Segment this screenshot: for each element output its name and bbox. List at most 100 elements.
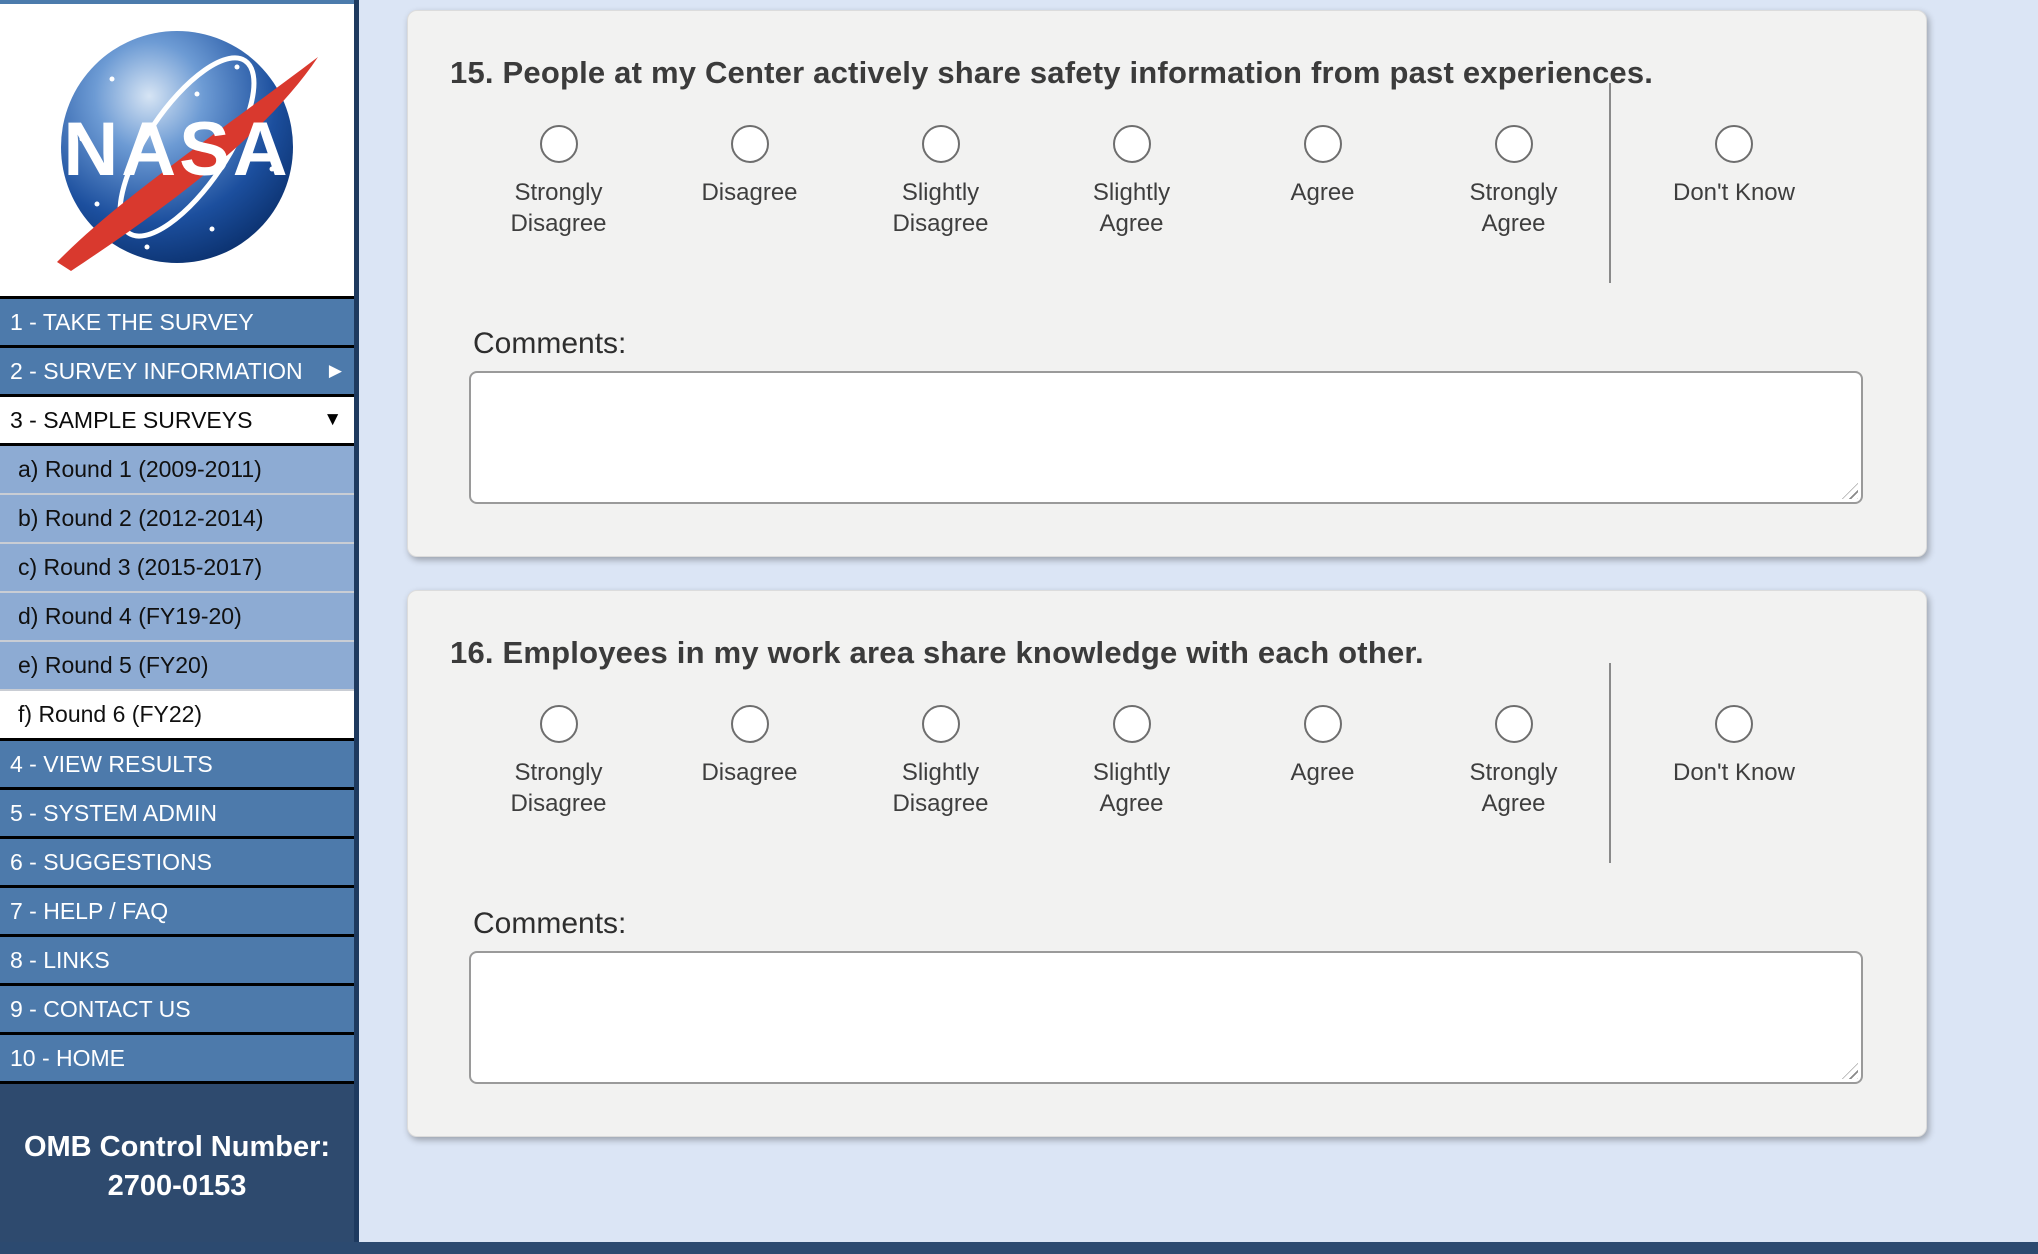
comments-label: Comments: (473, 907, 1926, 941)
bottom-bar (0, 1242, 2038, 1254)
likert-option: Disagree (654, 705, 845, 788)
likert-option: Don't Know (1611, 125, 1857, 208)
radio-button[interactable] (540, 705, 578, 743)
likert-option: Don't Know (1611, 705, 1857, 788)
sidebar-item-label: 9 - CONTACT US (10, 996, 191, 1023)
sidebar-item-label: 5 - SYSTEM ADMIN (10, 800, 217, 827)
sidebar-item-label: f) Round 6 (FY22) (18, 701, 202, 728)
likert-option: Strongly Agree (1418, 705, 1609, 819)
option-label: Don't Know (1673, 757, 1795, 788)
likert-option: Agree (1227, 705, 1418, 788)
option-label: Disagree (701, 757, 797, 788)
omb-line2: 2700-0153 (0, 1167, 354, 1206)
sidebar-item[interactable]: e) Round 5 (FY20) (0, 642, 354, 691)
radio-button[interactable] (731, 125, 769, 163)
sidebar-item[interactable]: 7 - HELP / FAQ (0, 888, 354, 937)
sidebar-item-label: e) Round 5 (FY20) (18, 652, 208, 679)
option-label: Strongly Agree (1444, 177, 1584, 239)
sidebar: NASA 1 - TAKE THE SURVEY 2 - SURVEY INFOR… (0, 0, 359, 1254)
sidebar-item-label: 1 - TAKE THE SURVEY (10, 309, 254, 336)
radio-button[interactable] (731, 705, 769, 743)
likert-option: Slightly Disagree (845, 705, 1036, 819)
sidebar-item-label: 4 - VIEW RESULTS (10, 751, 213, 778)
radio-button[interactable] (922, 125, 960, 163)
sidebar-item[interactable]: 10 - HOME (0, 1035, 354, 1084)
likert-option: Agree (1227, 125, 1418, 208)
comments-label: Comments: (473, 327, 1926, 361)
comments-textarea[interactable] (469, 951, 1863, 1084)
option-label: Slightly Disagree (871, 177, 1011, 239)
likert-option: Strongly Agree (1418, 125, 1609, 239)
sidebar-item[interactable]: 3 - SAMPLE SURVEYS ▼ (0, 397, 354, 446)
question-title: 15. People at my Center actively share s… (408, 11, 1926, 91)
likert-row: Strongly Disagree Disagree Slightly Disagr… (463, 705, 1926, 863)
likert-row: Strongly Disagree Disagree Slightly Disagr… (463, 125, 1926, 283)
omb-line1: OMB Control Number: (0, 1128, 354, 1167)
sidebar-item-label: c) Round 3 (2015-2017) (18, 554, 262, 581)
comments-field-wrap (469, 951, 1863, 1084)
sidebar-item-label: 10 - HOME (10, 1045, 125, 1072)
radio-button[interactable] (1304, 125, 1342, 163)
chevron-down-icon: ▼ (323, 409, 342, 431)
main-content: 15. People at my Center actively share s… (359, 0, 2038, 1254)
nasa-meatball-icon: NASA (27, 19, 327, 281)
radio-button[interactable] (1495, 125, 1533, 163)
sidebar-item[interactable]: 5 - SYSTEM ADMIN (0, 790, 354, 839)
radio-button[interactable] (1304, 705, 1342, 743)
sidebar-item[interactable]: d) Round 4 (FY19-20) (0, 593, 354, 642)
sidebar-item-label: a) Round 1 (2009-2011) (18, 456, 262, 483)
radio-button[interactable] (1495, 705, 1533, 743)
sidebar-item[interactable]: 6 - SUGGESTIONS (0, 839, 354, 888)
radio-button[interactable] (1113, 125, 1151, 163)
option-label: Strongly Agree (1444, 757, 1584, 819)
option-label: Slightly Agree (1062, 177, 1202, 239)
comments-field-wrap (469, 371, 1863, 504)
likert-option: Slightly Disagree (845, 125, 1036, 239)
sidebar-item[interactable]: 4 - VIEW RESULTS (0, 741, 354, 790)
option-label: Agree (1290, 757, 1354, 788)
sidebar-item[interactable]: 9 - CONTACT US (0, 986, 354, 1035)
sidebar-item[interactable]: 8 - LINKS (0, 937, 354, 986)
option-label: Disagree (701, 177, 797, 208)
radio-button[interactable] (1715, 705, 1753, 743)
omb-control-number: OMB Control Number: 2700-0153 (0, 1128, 354, 1206)
chevron-right-icon: ▶ (329, 361, 342, 381)
sidebar-item-label: 6 - SUGGESTIONS (10, 849, 212, 876)
sidebar-item-label: d) Round 4 (FY19-20) (18, 603, 242, 630)
nasa-logo-text: NASA (63, 107, 290, 192)
option-label: Agree (1290, 177, 1354, 208)
nasa-logo[interactable]: NASA (0, 0, 354, 296)
likert-option: Disagree (654, 125, 845, 208)
sidebar-item-label: 7 - HELP / FAQ (10, 898, 168, 925)
sidebar-menu: 1 - TAKE THE SURVEY 2 - SURVEY INFORMATIO… (0, 296, 354, 1084)
sidebar-item-label: 3 - SAMPLE SURVEYS (10, 407, 252, 434)
likert-option: Strongly Disagree (463, 705, 654, 819)
radio-button[interactable] (1113, 705, 1151, 743)
sidebar-item[interactable]: a) Round 1 (2009-2011) (0, 446, 354, 495)
option-label: Don't Know (1673, 177, 1795, 208)
option-label: Strongly Disagree (489, 177, 629, 239)
question-card-15: 15. People at my Center actively share s… (407, 10, 1927, 557)
question-title: 16. Employees in my work area share know… (408, 591, 1926, 671)
option-label: Slightly Disagree (871, 757, 1011, 819)
sidebar-item[interactable]: b) Round 2 (2012-2014) (0, 495, 354, 544)
sidebar-item-label: 8 - LINKS (10, 947, 110, 974)
option-label: Slightly Agree (1062, 757, 1202, 819)
likert-option: Slightly Agree (1036, 125, 1227, 239)
sidebar-item[interactable]: 2 - SURVEY INFORMATION ▶ (0, 348, 354, 397)
option-label: Strongly Disagree (489, 757, 629, 819)
comments-section: Comments: (469, 907, 1926, 1084)
sidebar-item[interactable]: c) Round 3 (2015-2017) (0, 544, 354, 593)
sidebar-item-label: b) Round 2 (2012-2014) (18, 505, 264, 532)
likert-option: Slightly Agree (1036, 705, 1227, 819)
radio-button[interactable] (540, 125, 578, 163)
sidebar-item[interactable]: 1 - TAKE THE SURVEY (0, 299, 354, 348)
comments-textarea[interactable] (469, 371, 1863, 504)
sidebar-item-label: 2 - SURVEY INFORMATION (10, 358, 303, 385)
radio-button[interactable] (922, 705, 960, 743)
likert-option: Strongly Disagree (463, 125, 654, 239)
radio-button[interactable] (1715, 125, 1753, 163)
page: NASA 1 - TAKE THE SURVEY 2 - SURVEY INFOR… (0, 0, 2038, 1254)
sidebar-item[interactable]: f) Round 6 (FY22) (0, 691, 354, 741)
question-card-16: 16. Employees in my work area share know… (407, 590, 1927, 1137)
